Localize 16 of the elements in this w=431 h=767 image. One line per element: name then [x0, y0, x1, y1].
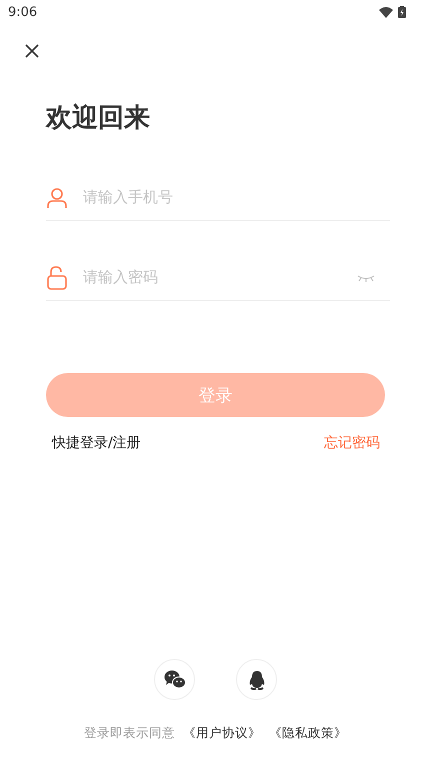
agreement-link[interactable]: 《用户协议》 [183, 725, 261, 742]
social-login-button[interactable] [236, 659, 277, 700]
chat-bubbles-icon [164, 670, 186, 690]
wifi-icon [379, 6, 393, 18]
unlock-icon [46, 266, 68, 290]
page-title: 欢迎回来 [46, 102, 151, 135]
user-icon [46, 186, 68, 208]
quick-login-link[interactable]: 快捷登录/注册 [52, 434, 141, 452]
battery-icon [398, 6, 406, 18]
agreement-link[interactable]: 《隐私政策》 [269, 725, 347, 742]
phone-field[interactable]: 请输入手机号 [83, 189, 390, 206]
penguin-icon [248, 670, 266, 690]
agreement-text: 登录即表示同意 [84, 725, 175, 742]
status-time: 9:06 [8, 4, 38, 20]
social-login-button[interactable] [154, 659, 195, 700]
password-field[interactable]: 请输入密码 [83, 269, 342, 286]
